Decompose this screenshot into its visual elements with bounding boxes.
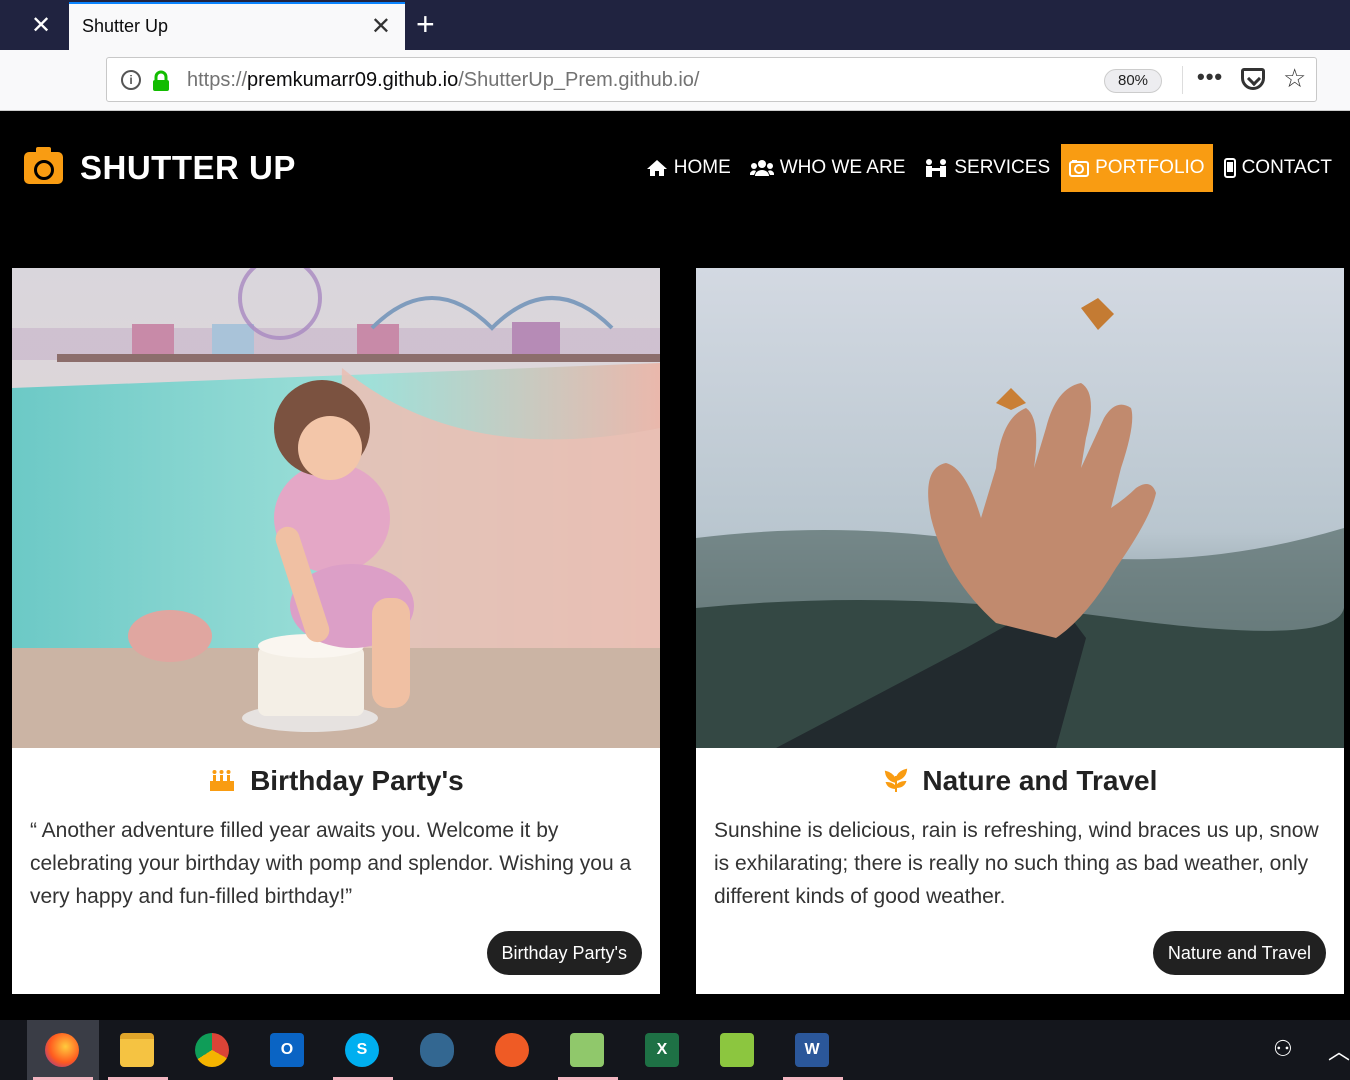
browser-nav-bar: i https://premkumarr09.github.io/Shutter… xyxy=(0,50,1350,111)
brand-name: SHUTTER UP xyxy=(80,149,296,186)
birthday-photo xyxy=(12,268,660,748)
url-path: /ShutterUp_Prem.github.io/ xyxy=(458,69,700,91)
mobile-icon xyxy=(1223,158,1236,178)
firefox-icon xyxy=(45,1033,79,1067)
url-scheme: https:// xyxy=(187,69,248,91)
menu-item-services[interactable]: SERVICES xyxy=(916,144,1058,192)
services-icon xyxy=(926,159,947,177)
card-title-text: Nature and Travel xyxy=(922,765,1158,796)
postman-icon xyxy=(495,1033,529,1067)
notepad-icon xyxy=(570,1033,604,1067)
close-icon[interactable]: ✕ xyxy=(18,12,64,40)
bookmark-star-icon[interactable]: ☆ xyxy=(1283,63,1306,94)
menu-item-contact[interactable]: CONTACT xyxy=(1216,144,1340,192)
url-text[interactable]: https://premkumarr09.github.io/ShutterUp… xyxy=(187,69,700,92)
card-description: “ Another adventure filled year awaits y… xyxy=(30,819,632,908)
taskbar-postgresql[interactable] xyxy=(402,1020,474,1080)
card-title: Nature and Travel xyxy=(696,765,1344,797)
excel-icon: X xyxy=(645,1033,679,1067)
taskbar-skype[interactable]: S xyxy=(327,1020,399,1080)
taskbar-firefox[interactable] xyxy=(27,1020,99,1080)
keyboard-icon xyxy=(720,1033,754,1067)
address-bar[interactable]: i https://premkumarr09.github.io/Shutter… xyxy=(106,57,1317,102)
card-description: Sunshine is delicious, rain is refreshin… xyxy=(714,819,1319,908)
menu-label: PORTFOLIO xyxy=(1095,157,1205,178)
url-host: premkumarr09.github.io xyxy=(247,69,459,91)
pocket-icon[interactable] xyxy=(1241,68,1265,90)
word-icon: W xyxy=(795,1033,829,1067)
taskbar-chrome[interactable] xyxy=(177,1020,249,1080)
nature-button[interactable]: Nature and Travel xyxy=(1152,931,1326,975)
menu-item-who-we-are[interactable]: WHO WE ARE xyxy=(742,144,914,192)
birthday-cake-icon xyxy=(208,765,244,796)
menu-label: SERVICES xyxy=(954,157,1051,178)
menu-label: HOME xyxy=(673,157,731,178)
nature-photo xyxy=(696,268,1344,748)
menu-item-portfolio[interactable]: PORTFOLIO xyxy=(1061,144,1213,192)
people-icon[interactable]: ⚇ xyxy=(1273,1036,1293,1062)
info-icon[interactable]: i xyxy=(121,70,141,90)
brand-logo[interactable]: SHUTTER UP xyxy=(24,147,296,188)
menu-label: WHO WE ARE xyxy=(779,157,906,178)
folder-icon xyxy=(120,1033,154,1067)
taskbar-notepad-plus-plus[interactable] xyxy=(552,1020,624,1080)
tab-title: Shutter Up xyxy=(82,16,169,36)
outlook-icon: O xyxy=(270,1033,304,1067)
leaf-icon xyxy=(883,765,917,796)
menu-item-home[interactable]: HOME xyxy=(638,144,739,192)
chevron-up-icon[interactable]: ︿ xyxy=(1328,1034,1350,1066)
portfolio-card-nature: Nature and Travel Sunshine is delicious,… xyxy=(696,268,1344,994)
chrome-icon xyxy=(195,1033,229,1067)
browser-tab-bar: ✕ Shutter Up ✕ + xyxy=(0,0,1350,50)
taskbar-outlook[interactable]: O xyxy=(252,1020,324,1080)
new-tab-button[interactable]: + xyxy=(416,6,435,42)
card-title-text: Birthday Party's xyxy=(250,765,464,796)
divider xyxy=(1182,66,1183,94)
home-icon xyxy=(646,160,667,176)
elephant-icon xyxy=(420,1033,454,1067)
taskbar-on-screen-keyboard[interactable] xyxy=(702,1020,774,1080)
zoom-level[interactable]: 80% xyxy=(1104,69,1162,93)
users-icon xyxy=(749,160,774,176)
card-title: Birthday Party's xyxy=(12,765,660,797)
website: SHUTTER UP HOME WHO WE ARE SERVICES PORT… xyxy=(0,111,1350,1020)
taskbar-postman[interactable] xyxy=(477,1020,549,1080)
taskbar-excel[interactable]: X xyxy=(627,1020,699,1080)
portfolio-card-birthday: Birthday Party's “ Another adventure fil… xyxy=(12,268,660,994)
menu-label: CONTACT xyxy=(1241,157,1332,178)
lock-icon[interactable] xyxy=(152,70,170,92)
os-taskbar: O S X W ⚇ ︿ xyxy=(0,1020,1350,1080)
camera-retro-icon xyxy=(1069,160,1090,177)
camera-icon xyxy=(24,147,63,184)
skype-icon: S xyxy=(345,1033,379,1067)
taskbar-file-explorer[interactable] xyxy=(102,1020,174,1080)
more-actions-icon[interactable]: ••• xyxy=(1197,64,1223,90)
tab-close-icon[interactable]: ✕ xyxy=(371,12,391,41)
birthday-button[interactable]: Birthday Party's xyxy=(486,931,642,975)
main-menu: HOME WHO WE ARE SERVICES PORTFOLIO CONTA… xyxy=(635,144,1340,192)
browser-tab[interactable]: Shutter Up ✕ xyxy=(69,2,405,50)
taskbar-word[interactable]: W xyxy=(777,1020,849,1080)
